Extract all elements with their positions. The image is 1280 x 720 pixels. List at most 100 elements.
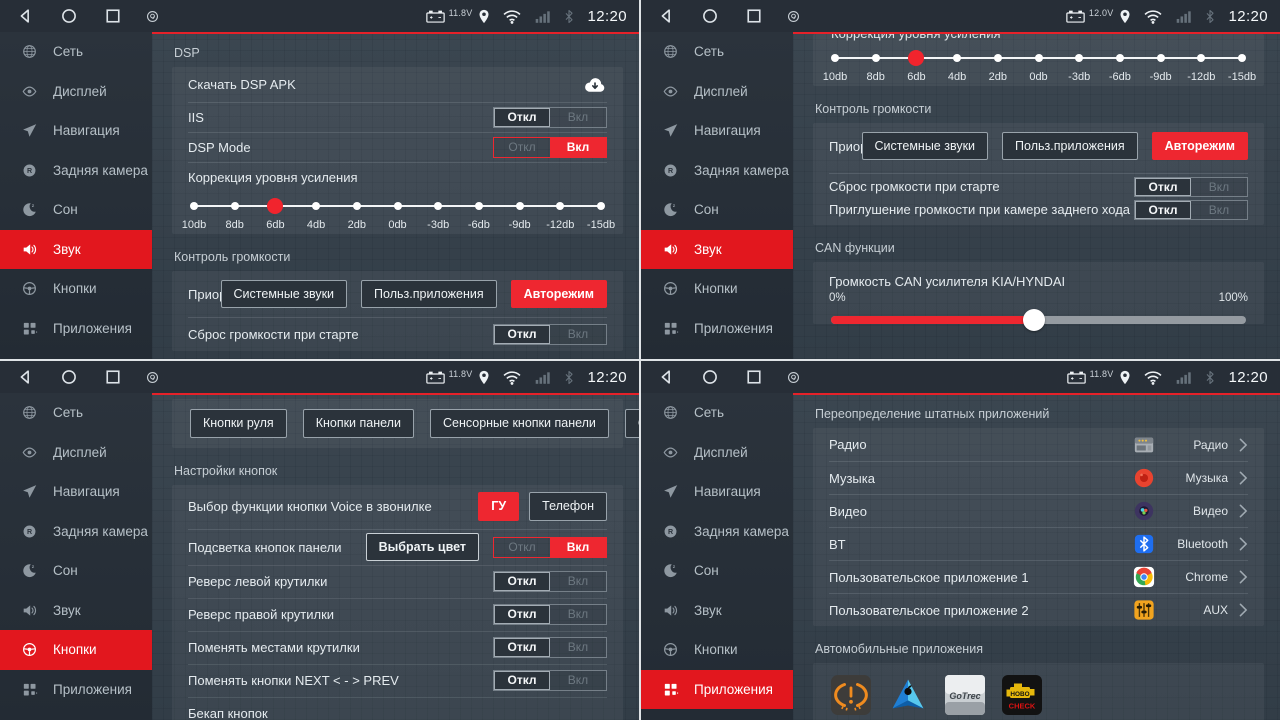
toggle-on-option[interactable]: Вкл <box>1191 201 1247 219</box>
toggle-off-option[interactable]: Откл <box>494 138 550 157</box>
sidebar-item-rear-camera[interactable]: Задняя камера <box>0 512 152 552</box>
gain-slider[interactable] <box>190 198 605 214</box>
back-icon[interactable] <box>16 7 34 25</box>
sidebar-item-sound[interactable]: Звук <box>641 591 793 631</box>
sidebar-item-sound[interactable]: Звук <box>641 230 793 270</box>
reverse-right-toggle[interactable]: ОтклВкл <box>493 604 607 625</box>
gotrec-app-icon[interactable]: GoTrec <box>945 675 985 715</box>
sidebar-item-network[interactable]: Сеть <box>641 32 793 72</box>
gain-stop[interactable] <box>953 54 961 62</box>
sidebar-item-rear-camera[interactable]: Задняя камера <box>641 151 793 191</box>
sidebar-item-rear-camera[interactable]: Задняя камера <box>0 151 152 191</box>
gain-slider-handle[interactable] <box>267 198 283 214</box>
sidebar-item-navigation[interactable]: Навигация <box>641 472 793 512</box>
toggle-off-option[interactable]: Откл <box>494 325 550 344</box>
pick-color-button[interactable]: Выбрать цвет <box>366 533 479 562</box>
custom-app-2-row[interactable]: Пользовательское приложение 2 AUX <box>829 593 1248 626</box>
toggle-on-option[interactable]: Вкл <box>550 138 606 157</box>
touch-panel-buttons-tab[interactable]: Сенсорные кнопки панели <box>430 409 609 438</box>
gain-stop[interactable] <box>1197 54 1205 62</box>
toggle-off-option[interactable]: Откл <box>494 671 550 690</box>
record-icon[interactable] <box>786 9 801 24</box>
toggle-off-option[interactable]: Откл <box>494 572 550 591</box>
gain-stop[interactable] <box>1035 54 1043 62</box>
recents-icon[interactable] <box>745 368 763 386</box>
record-icon[interactable] <box>786 370 801 385</box>
sidebar-item-network[interactable]: Сеть <box>641 393 793 433</box>
sidebar-item-display[interactable]: Дисплей <box>0 72 152 112</box>
sidebar-item-apps[interactable]: Приложения <box>641 670 793 710</box>
recents-icon[interactable] <box>104 7 122 25</box>
sidebar-item-navigation[interactable]: Навигация <box>0 472 152 512</box>
gain-stop[interactable] <box>353 202 361 210</box>
dsp-mode-toggle[interactable]: ОтклВкл <box>493 137 607 158</box>
gain-stop[interactable] <box>516 202 524 210</box>
voice-headunit-button[interactable]: ГУ <box>478 492 519 521</box>
tv-sensor-tab[interactable]: Сенсор ТВ (IO) <box>625 409 639 438</box>
toggle-off-option[interactable]: Откл <box>494 538 550 557</box>
toggle-on-option[interactable]: Вкл <box>550 605 606 624</box>
custom-app-1-row[interactable]: Пользовательское приложение 1 Chrome <box>829 560 1248 593</box>
toggle-off-option[interactable]: Откл <box>1135 178 1191 196</box>
sidebar-item-apps[interactable]: Приложения <box>0 309 152 349</box>
gain-stop[interactable] <box>1075 54 1083 62</box>
gain-stop[interactable] <box>831 54 839 62</box>
gain-slider-handle[interactable] <box>908 50 924 66</box>
download-dsp-row[interactable]: Скачать DSP APK <box>188 67 607 102</box>
camera-mute-toggle[interactable]: ОтклВкл <box>1134 200 1248 220</box>
priority-system-button[interactable]: Системные звуки <box>221 280 348 309</box>
music-remap-row[interactable]: Музыка Музыка <box>829 461 1248 494</box>
back-icon[interactable] <box>657 368 675 386</box>
radio-remap-row[interactable]: Радио Радио <box>829 428 1248 461</box>
home-icon[interactable] <box>60 7 78 25</box>
gain-stop[interactable] <box>434 202 442 210</box>
home-icon[interactable] <box>701 7 719 25</box>
tpms-app-icon[interactable] <box>831 675 871 715</box>
gain-stop[interactable] <box>312 202 320 210</box>
sidebar-item-buttons[interactable]: Кнопки <box>641 630 793 670</box>
gain-stop[interactable] <box>1238 54 1246 62</box>
sidebar-item-buttons[interactable]: Кнопки <box>0 630 152 670</box>
sidebar-item-sound[interactable]: Звук <box>0 230 152 270</box>
sidebar-item-sound[interactable]: Звук <box>0 591 152 631</box>
sidebar-item-display[interactable]: Дисплей <box>641 72 793 112</box>
buttons-backup-row[interactable]: Бекап кнопок <box>188 697 607 720</box>
sidebar-item-apps[interactable]: Приложения <box>0 670 152 710</box>
sidebar-item-network[interactable]: Сеть <box>0 32 152 72</box>
reverse-left-toggle[interactable]: ОтклВкл <box>493 571 607 592</box>
sidebar-item-sleep[interactable]: Сон <box>641 551 793 591</box>
home-icon[interactable] <box>701 368 719 386</box>
gain-stop[interactable] <box>394 202 402 210</box>
sidebar-item-buttons[interactable]: Кнопки <box>641 269 793 309</box>
priority-system-button[interactable]: Системные звуки <box>862 132 989 161</box>
toggle-on-option[interactable]: Вкл <box>550 108 606 127</box>
gain-stop[interactable] <box>994 54 1002 62</box>
sidebar-item-rear-camera[interactable]: Задняя камера <box>641 512 793 552</box>
volume-reset-toggle[interactable]: ОтклВкл <box>493 324 607 345</box>
backlight-toggle[interactable]: ОтклВкл <box>493 537 607 558</box>
sidebar-item-network[interactable]: Сеть <box>0 393 152 433</box>
toggle-on-option[interactable]: Вкл <box>550 325 606 344</box>
sidebar-item-sleep[interactable]: Сон <box>641 190 793 230</box>
recents-icon[interactable] <box>104 368 122 386</box>
sidebar-item-apps[interactable]: Приложения <box>641 309 793 349</box>
toggle-on-option[interactable]: Вкл <box>550 638 606 657</box>
toggle-on-option[interactable]: Вкл <box>550 671 606 690</box>
gain-slider[interactable] <box>831 50 1246 66</box>
priority-auto-button[interactable]: Авторежим <box>511 280 607 309</box>
record-icon[interactable] <box>145 370 160 385</box>
sidebar-item-buttons[interactable]: Кнопки <box>0 269 152 309</box>
gain-stop[interactable] <box>597 202 605 210</box>
swap-next-prev-toggle[interactable]: ОтклВкл <box>493 670 607 691</box>
gain-stop[interactable] <box>556 202 564 210</box>
toggle-on-option[interactable]: Вкл <box>550 572 606 591</box>
volume-reset-toggle[interactable]: ОтклВкл <box>1134 177 1248 197</box>
gain-stop[interactable] <box>475 202 483 210</box>
cloud-download-icon[interactable] <box>583 76 607 94</box>
hobocheck-app-icon[interactable]: HOBOCHECK <box>1002 675 1042 715</box>
toggle-off-option[interactable]: Откл <box>494 638 550 657</box>
priority-userapps-button[interactable]: Польз.приложения <box>1002 132 1138 161</box>
iis-toggle[interactable]: ОтклВкл <box>493 107 607 128</box>
toggle-off-option[interactable]: Откл <box>494 108 550 127</box>
toggle-on-option[interactable]: Вкл <box>550 538 606 557</box>
